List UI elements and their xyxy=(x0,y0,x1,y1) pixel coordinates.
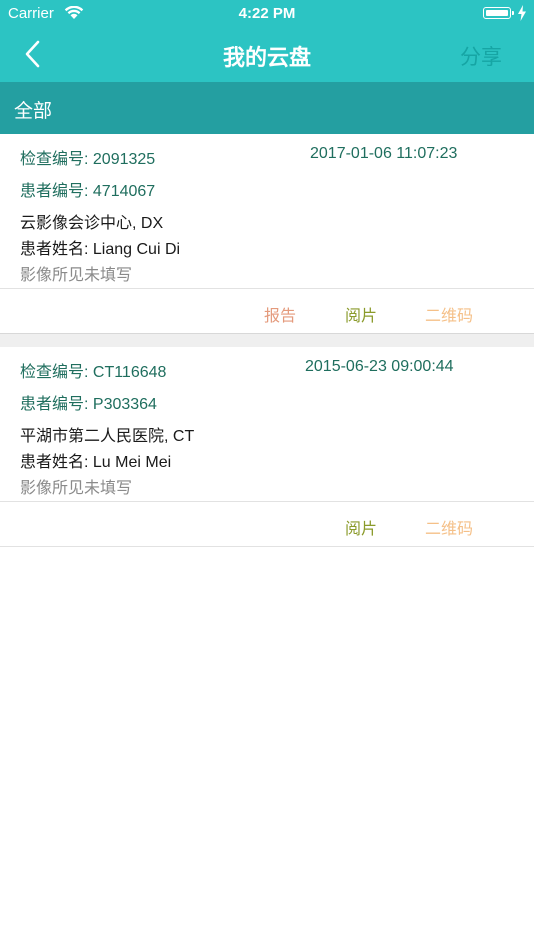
view-images-button[interactable]: 阅片 xyxy=(345,515,377,539)
card-divider xyxy=(0,546,534,547)
exam-number: 检查编号: CT116648 xyxy=(20,364,167,381)
patient-number: 患者编号: P303364 xyxy=(20,396,157,413)
navigation-bar: 我的云盘 分享 xyxy=(0,28,534,82)
exam-datetime: 2017-01-06 11:07:23 xyxy=(310,145,458,162)
qr-code-button[interactable]: 二维码 xyxy=(425,515,473,539)
record-card[interactable]: 检查编号: CT116648 2015-06-23 09:00:44 患者编号:… xyxy=(0,347,534,547)
page-title: 我的云盘 xyxy=(222,45,311,70)
view-images-button[interactable]: 阅片 xyxy=(345,302,377,326)
report-button[interactable]: 报告 xyxy=(264,302,296,326)
patient-name: 患者姓名: Liang Cui Di xyxy=(20,241,181,258)
hospital-modality: 平湖市第二人民医院, CT xyxy=(20,428,195,445)
qr-code-button[interactable]: 二维码 xyxy=(425,302,473,326)
clock: 4:22 PM xyxy=(238,5,296,22)
status-bar: Carrier 4:22 PM xyxy=(0,0,534,28)
charging-icon xyxy=(518,5,526,21)
back-chevron-icon[interactable] xyxy=(18,38,50,70)
category-filter-bar[interactable]: 全部 xyxy=(0,82,534,134)
hospital-modality: 云影像会诊中心, DX xyxy=(20,215,164,232)
battery-icon xyxy=(483,7,514,19)
patient-number: 患者编号: 4714067 xyxy=(20,183,156,200)
exam-datetime: 2015-06-23 09:00:44 xyxy=(305,358,454,375)
header-bar: Carrier 4:22 PM 我的云盘 分享 xyxy=(0,0,534,82)
card-separator xyxy=(0,333,534,347)
findings-status: 影像所见未填写 xyxy=(20,267,133,284)
patient-name: 患者姓名: Lu Mei Mei xyxy=(20,454,172,471)
findings-status: 影像所见未填写 xyxy=(20,480,133,497)
share-button[interactable]: 分享 xyxy=(460,41,502,71)
category-label: 全部 xyxy=(14,101,53,122)
exam-number: 检查编号: 2091325 xyxy=(20,151,156,168)
record-card[interactable]: 检查编号: 2091325 2017-01-06 11:07:23 患者编号: … xyxy=(0,134,534,334)
card-divider xyxy=(0,288,534,289)
card-divider xyxy=(0,501,534,502)
